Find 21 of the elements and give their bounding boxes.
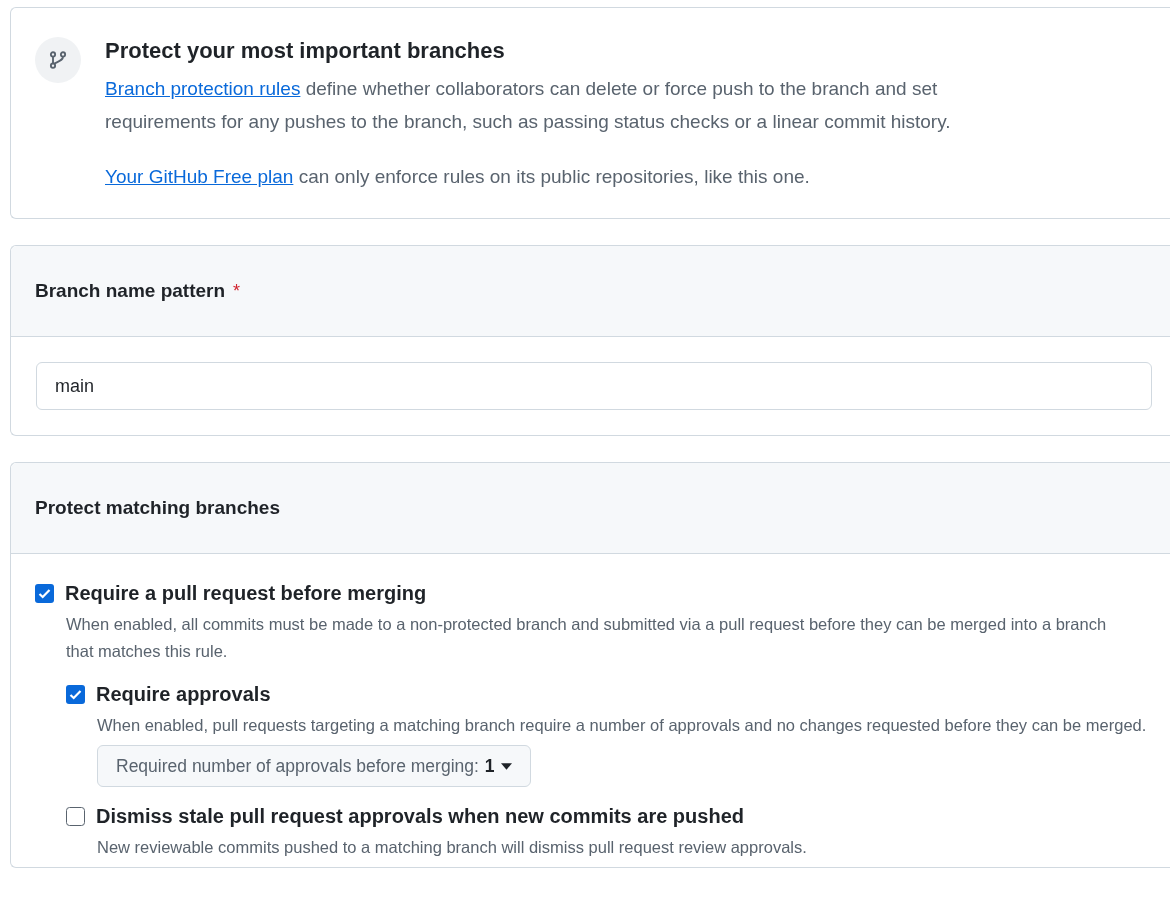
intro-paragraph: Your GitHub Free plan can only enforce rules on its public repositories, like this one.: [105, 165, 811, 189]
checkbox[interactable]: [66, 685, 85, 704]
intro-title: Protect your most important branches: [105, 38, 506, 64]
required-mark: *: [233, 280, 241, 302]
checkbox[interactable]: [66, 807, 85, 826]
option-label: Dismiss stale pull request approvals when new commits are pushed: [96, 805, 744, 828]
caret-icon: [500, 762, 512, 770]
approvals-dropdown[interactable]: Required number of approvals before merging: 1: [97, 745, 531, 787]
intro-paragraph: Branch protection rules define whether collaborators can delete or force push to the branch and set requirements for any pushes to the branch, such as passing status checks or a linear commit history.: [105, 77, 952, 134]
intro-link[interactable]: Your GitHub Free plan: [105, 166, 294, 187]
option-description: When enabled, all commits must be made to a non-protected branch and submitted via a pull request before they can be merged into a branch that matches this rule.: [66, 614, 1108, 662]
option-label: Require approvals: [96, 683, 271, 706]
intro-link[interactable]: Branch protection rules: [105, 78, 301, 99]
option-description: When enabled, pull requests targeting a matching branch require a number of approvals and no changes requested before they can be merged.: [97, 715, 1148, 736]
option-label: Require a pull request before merging: [65, 582, 427, 605]
checkbox[interactable]: [35, 584, 54, 603]
section-title: Branch name pattern: [35, 280, 226, 302]
option-description: New reviewable commits pushed to a matching branch will dismiss pull request review approvals.: [97, 837, 808, 858]
branch-icon: [35, 37, 81, 83]
section-title: Protect matching branches: [35, 497, 280, 519]
pattern-input[interactable]: main: [36, 362, 1152, 410]
